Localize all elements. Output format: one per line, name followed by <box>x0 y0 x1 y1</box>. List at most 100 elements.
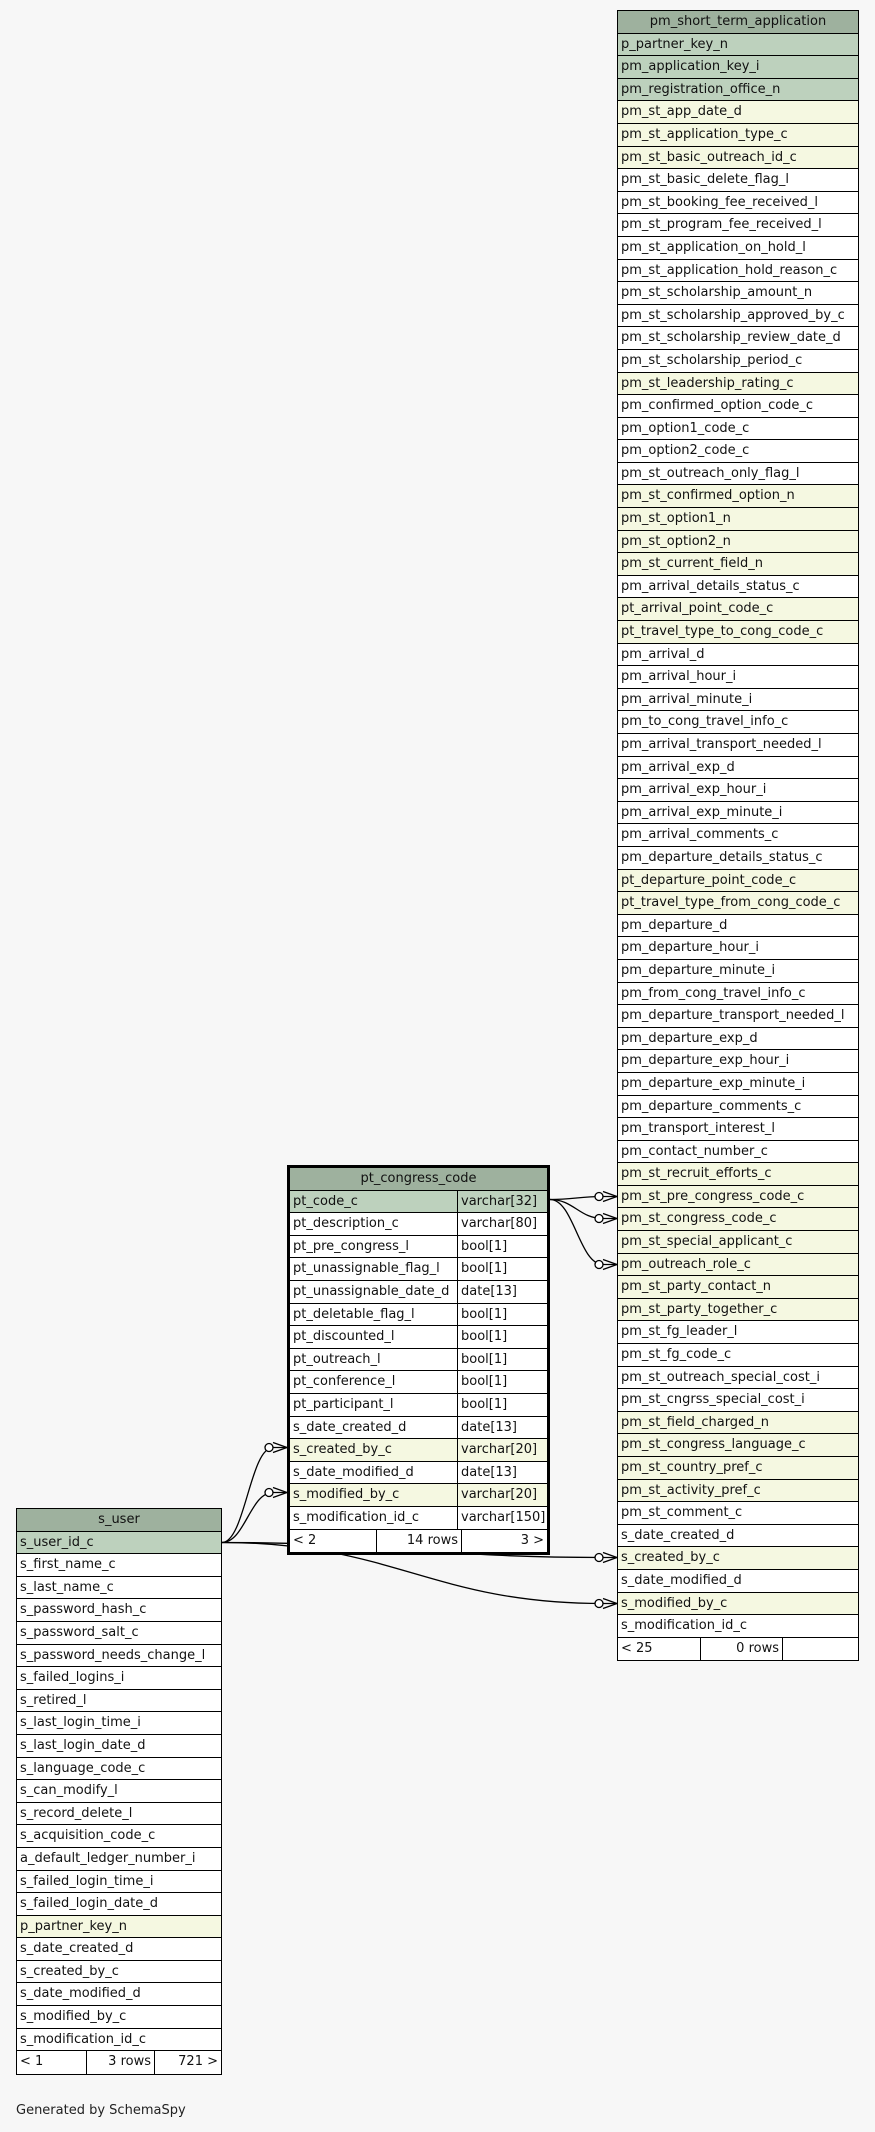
table-pt-congress-code[interactable]: pt_congress_code pt_code_c varchar[32] pt_… <box>287 1165 550 1556</box>
column-row[interactable]: pt_conference_l bool[1] <box>290 1371 547 1394</box>
column-row[interactable]: s_last_login_time_i <box>17 1712 221 1735</box>
column-row[interactable]: s_created_by_c <box>618 1547 858 1570</box>
column-row[interactable]: pm_departure_d <box>618 915 858 938</box>
column-row[interactable]: pm_arrival_minute_i <box>618 689 858 712</box>
column-row[interactable]: pm_arrival_comments_c <box>618 824 858 847</box>
column-row[interactable]: s_last_name_c <box>17 1577 221 1600</box>
column-row[interactable]: pm_arrival_hour_i <box>618 666 858 689</box>
column-row[interactable]: s_modified_by_c <box>17 2006 221 2029</box>
column-row[interactable]: pm_from_cong_travel_info_c <box>618 983 858 1006</box>
column-row[interactable]: s_can_modify_l <box>17 1780 221 1803</box>
column-row[interactable]: s_first_name_c <box>17 1554 221 1577</box>
column-row[interactable]: pm_st_basic_delete_flag_l <box>618 169 858 192</box>
column-row[interactable]: pm_st_congress_language_c <box>618 1434 858 1457</box>
column-row[interactable]: a_default_ledger_number_i <box>17 1848 221 1871</box>
column-row[interactable]: s_date_created_d <box>17 1938 221 1961</box>
column-row[interactable]: pm_registration_office_n <box>618 78 858 102</box>
column-row[interactable]: s_modified_by_c varchar[20] <box>290 1484 547 1507</box>
column-row[interactable]: s_failed_login_date_d <box>17 1893 221 1916</box>
column-row[interactable]: pm_st_country_pref_c <box>618 1457 858 1480</box>
column-row[interactable]: pm_arrival_d <box>618 644 858 667</box>
column-row[interactable]: pm_st_comment_c <box>618 1502 858 1525</box>
column-row[interactable]: pm_st_outreach_only_flag_l <box>618 463 858 486</box>
column-row[interactable]: s_date_created_d <box>618 1525 858 1548</box>
table-pm-short-term-application[interactable]: pm_short_term_application p_partner_key_… <box>617 10 859 1662</box>
column-row[interactable]: pm_st_cngrss_special_cost_i <box>618 1389 858 1412</box>
column-row[interactable]: pm_st_fg_leader_l <box>618 1321 858 1345</box>
column-row[interactable]: s_last_login_date_d <box>17 1735 221 1758</box>
column-row[interactable]: pt_arrival_point_code_c <box>618 598 858 622</box>
column-row[interactable]: pm_st_recruit_efforts_c <box>618 1163 858 1186</box>
column-row[interactable]: s_modified_by_c <box>618 1592 858 1616</box>
column-row[interactable]: pm_st_scholarship_amount_n <box>618 282 858 305</box>
column-row[interactable]: pm_st_leadership_rating_c <box>618 372 858 396</box>
column-row[interactable]: pt_unassignable_date_d date[13] <box>290 1280 547 1304</box>
column-row[interactable]: s_record_delete_l <box>17 1803 221 1826</box>
column-row[interactable]: pm_st_current_field_n <box>618 553 858 576</box>
column-row[interactable]: pm_arrival_exp_hour_i <box>618 779 858 802</box>
column-row[interactable]: s_user_id_c <box>17 1531 221 1555</box>
table-s-user[interactable]: s_user s_user_id_c s_first_name_c s_last_n… <box>16 1508 222 2075</box>
footer-parents[interactable]: < 25 <box>618 1638 700 1661</box>
column-row[interactable]: pm_st_pre_congress_code_c <box>618 1185 858 1209</box>
column-row[interactable]: s_failed_login_time_i <box>17 1871 221 1894</box>
column-row[interactable]: pm_application_key_i <box>618 56 858 79</box>
column-row[interactable]: pt_description_c varchar[80] <box>290 1213 547 1236</box>
column-row[interactable]: pm_st_scholarship_period_c <box>618 350 858 373</box>
column-row[interactable]: pm_st_fg_code_c <box>618 1344 858 1367</box>
column-row[interactable]: pm_st_app_date_d <box>618 101 858 124</box>
column-row[interactable]: pm_departure_details_status_c <box>618 847 858 870</box>
column-row[interactable]: pm_option1_code_c <box>618 418 858 441</box>
column-row[interactable]: pm_departure_exp_hour_i <box>618 1050 858 1073</box>
footer-children[interactable]: 721 > <box>154 2051 221 2074</box>
column-row[interactable]: pm_st_booking_fee_received_l <box>618 192 858 215</box>
column-row[interactable]: pm_st_confirmed_option_n <box>618 485 858 509</box>
column-row[interactable]: pm_st_option1_n <box>618 508 858 531</box>
column-row[interactable]: pm_st_program_fee_received_l <box>618 214 858 237</box>
column-row[interactable]: pm_st_application_hold_reason_c <box>618 260 858 283</box>
table-title[interactable]: pt_congress_code <box>290 1168 547 1191</box>
column-row[interactable]: pm_option2_code_c <box>618 440 858 463</box>
column-row[interactable]: pm_departure_comments_c <box>618 1096 858 1119</box>
column-row[interactable]: s_password_hash_c <box>17 1599 221 1622</box>
column-row[interactable]: pm_st_application_type_c <box>618 123 858 147</box>
column-row[interactable]: pm_contact_number_c <box>618 1141 858 1164</box>
column-row[interactable]: pm_to_cong_travel_info_c <box>618 711 858 734</box>
column-row[interactable]: p_partner_key_n <box>17 1915 221 1939</box>
column-row[interactable]: pm_transport_interest_l <box>618 1118 858 1141</box>
column-row[interactable]: s_modification_id_c <box>618 1615 858 1638</box>
column-row[interactable]: s_failed_logins_i <box>17 1667 221 1690</box>
column-row[interactable]: s_acquisition_code_c <box>17 1825 221 1848</box>
column-row[interactable]: pm_st_party_together_c <box>618 1298 858 1322</box>
column-row[interactable]: s_retired_l <box>17 1690 221 1713</box>
column-row[interactable]: s_modification_id_c <box>17 2029 221 2052</box>
column-row[interactable]: pm_departure_exp_minute_i <box>618 1073 858 1096</box>
column-row[interactable]: s_date_modified_d date[13] <box>290 1461 547 1485</box>
column-row[interactable]: s_created_by_c <box>17 1961 221 1984</box>
column-row[interactable]: pm_st_basic_outreach_id_c <box>618 146 858 170</box>
generated-by-credit[interactable]: Generated by SchemaSpy <box>16 2103 186 2118</box>
column-row[interactable]: pm_arrival_transport_needed_l <box>618 734 858 757</box>
column-row[interactable]: pm_st_scholarship_review_date_d <box>618 327 858 350</box>
column-row[interactable]: pt_outreach_l bool[1] <box>290 1348 547 1372</box>
column-row[interactable]: pm_st_activity_pref_c <box>618 1479 858 1503</box>
column-row[interactable]: pt_deletable_flag_l bool[1] <box>290 1303 547 1327</box>
column-row[interactable]: pt_discounted_l bool[1] <box>290 1326 547 1349</box>
table-title[interactable]: pm_short_term_application <box>618 11 858 34</box>
footer-children[interactable]: 3 > <box>461 1529 547 1553</box>
column-row[interactable]: pt_participant_l bool[1] <box>290 1393 547 1417</box>
column-row[interactable]: p_partner_key_n <box>618 33 858 57</box>
footer-parents[interactable]: < 1 <box>17 2051 86 2074</box>
column-row[interactable]: s_created_by_c varchar[20] <box>290 1439 547 1462</box>
footer-children[interactable] <box>782 1637 858 1661</box>
column-row[interactable]: pm_departure_minute_i <box>618 960 858 983</box>
column-row[interactable]: pm_st_option2_n <box>618 530 858 554</box>
column-row[interactable]: s_password_salt_c <box>17 1622 221 1645</box>
column-row[interactable]: pm_departure_hour_i <box>618 937 858 960</box>
footer-parents[interactable]: < 2 <box>290 1530 376 1553</box>
column-row[interactable]: pm_arrival_exp_d <box>618 757 858 780</box>
column-row[interactable]: pm_outreach_role_c <box>618 1253 858 1277</box>
column-row[interactable]: pm_arrival_details_status_c <box>618 576 858 599</box>
column-row[interactable]: s_date_modified_d <box>618 1570 858 1593</box>
column-row[interactable]: pm_departure_transport_needed_l <box>618 1005 858 1028</box>
